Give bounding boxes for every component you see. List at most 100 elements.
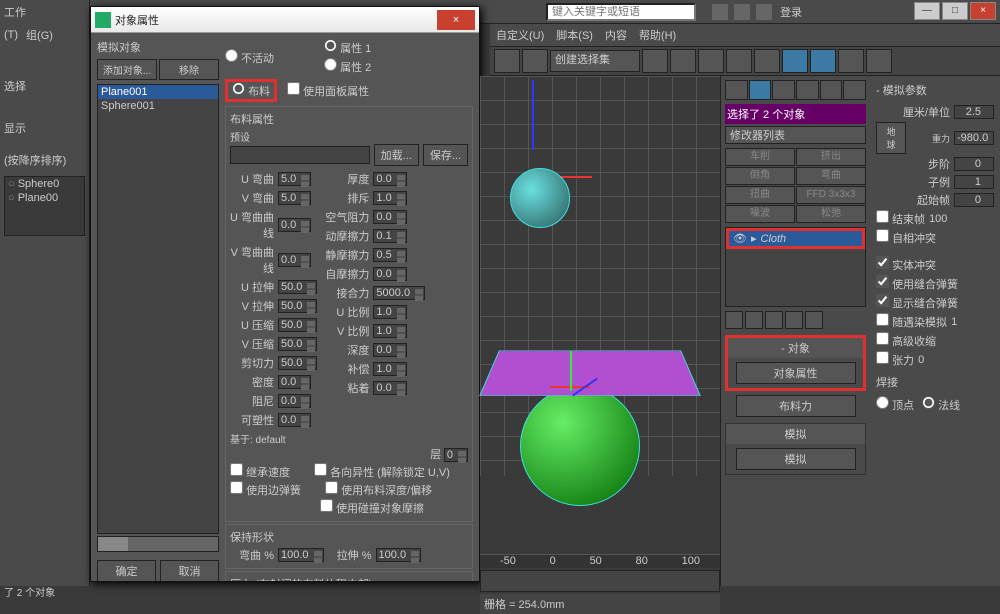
radio-normal[interactable]: 法线 <box>922 396 960 413</box>
scene-list[interactable]: Sphere0 Plane00 <box>4 176 85 236</box>
menu-t[interactable]: (T) <box>4 29 18 41</box>
radio-inactive[interactable]: 不活动 <box>225 49 274 66</box>
tool-c[interactable] <box>698 49 724 73</box>
save-button[interactable]: 保存... <box>423 144 468 166</box>
earth-button[interactable]: 地球 <box>876 122 906 154</box>
tool-d[interactable] <box>726 49 752 73</box>
param-input[interactable]: 0.0 <box>373 172 406 186</box>
menu-custom[interactable]: 自定义(U) <box>496 27 544 43</box>
rollout-sim-hdr[interactable]: 模拟 <box>726 424 865 444</box>
transform-gizmo[interactable] <box>540 356 600 416</box>
param-input[interactable]: 0.0 <box>278 218 311 232</box>
mod-button[interactable]: 噪波 <box>725 205 795 223</box>
chk-random[interactable]: 随遇染模拟 <box>876 313 947 330</box>
param-input[interactable]: 5.0 <box>278 191 311 205</box>
show-icon[interactable] <box>765 311 783 329</box>
radio-vertex[interactable]: 顶点 <box>876 396 914 413</box>
chk-aniso[interactable]: 各向异性 (解除锁定 U,V) <box>314 463 450 480</box>
param-input[interactable]: 50.0 <box>278 299 317 313</box>
tool-a[interactable] <box>642 49 668 73</box>
tool-redo[interactable] <box>522 49 548 73</box>
tool-g[interactable] <box>866 49 892 73</box>
mod-button[interactable]: 车削 <box>725 148 795 166</box>
chk-showspring[interactable]: 显示缝合弹簧 <box>876 294 958 311</box>
tab-modify[interactable] <box>749 80 772 100</box>
tension-input[interactable]: 0 <box>918 354 924 366</box>
chk-tension[interactable]: 张力 <box>876 351 914 368</box>
selset-dropdown[interactable]: 创建选择集 <box>550 50 640 72</box>
menu-script[interactable]: 脚本(S) <box>556 27 593 43</box>
menu-g[interactable]: 组(G) <box>26 27 53 43</box>
step-input[interactable]: 0 <box>954 157 994 171</box>
config-icon[interactable] <box>805 311 823 329</box>
param-input[interactable]: 1.0 <box>373 324 406 338</box>
mod-button[interactable]: 扭曲 <box>725 186 795 204</box>
param-input[interactable]: 0.0 <box>278 375 311 389</box>
tab-display[interactable] <box>820 80 843 100</box>
random-input[interactable]: 1 <box>951 316 957 328</box>
load-button[interactable]: 加载... <box>374 144 419 166</box>
chk-inherit[interactable]: 继承速度 <box>230 463 290 480</box>
param-input[interactable]: 50.0 <box>278 318 317 332</box>
search-input[interactable] <box>546 3 696 21</box>
eye-icon[interactable]: 👁 <box>733 232 747 245</box>
dialog-close-icon[interactable]: × <box>437 10 475 30</box>
viewport[interactable]: -5005080100 栅格 = 254.0mm <box>480 76 720 576</box>
add-obj-button[interactable]: 添加对象... <box>97 59 157 80</box>
param-input[interactable]: 0.5 <box>373 248 406 262</box>
tab-hierarchy[interactable] <box>772 80 795 100</box>
tab-utility[interactable] <box>843 80 866 100</box>
preset-dropdown[interactable] <box>230 146 370 164</box>
scroll-thumb[interactable] <box>98 537 128 551</box>
clothforce-button[interactable]: 布料力 <box>736 395 856 417</box>
dialog-titlebar[interactable]: 对象属性 × <box>91 7 479 33</box>
bulb-icon[interactable] <box>745 311 763 329</box>
mod-button[interactable]: 倒角 <box>725 167 795 185</box>
pin-icon[interactable] <box>725 311 743 329</box>
chk-endframe[interactable]: 结束帧 <box>876 210 925 227</box>
grav-input[interactable]: -980.0 <box>954 131 994 145</box>
param-input[interactable]: 50.0 <box>278 356 317 370</box>
tool-render2[interactable] <box>810 49 836 73</box>
ok-button[interactable]: 确定 <box>97 560 156 581</box>
chk-usespring[interactable]: 使用缝合弹簧 <box>876 275 958 292</box>
chk-edgespring[interactable]: 使用边弹簧 <box>230 481 301 498</box>
chk-friction[interactable]: 使用碰撞对象摩擦 <box>320 499 424 516</box>
mod-button[interactable]: 松弛 <box>796 205 866 223</box>
remove-button[interactable]: 移除 <box>159 59 219 80</box>
param-input[interactable]: 0.0 <box>373 267 406 281</box>
radio-cloth[interactable]: 布料 <box>232 86 270 98</box>
tool-b[interactable] <box>670 49 696 73</box>
rollout-obj-hdr[interactable]: - 对象 <box>728 338 863 358</box>
connect-icon[interactable] <box>712 4 728 20</box>
sub-input[interactable]: 1 <box>954 175 994 189</box>
list-item[interactable]: Plane00 <box>5 191 84 205</box>
stack-cloth[interactable]: 👁 ▸ Cloth <box>726 228 865 249</box>
param-input[interactable]: 0.0 <box>278 413 311 427</box>
tool-undo[interactable] <box>494 49 520 73</box>
object-list[interactable]: Plane001 Sphere001 <box>97 84 219 534</box>
radio-prop1[interactable]: 属性 1 <box>324 39 371 56</box>
tool-e[interactable] <box>754 49 780 73</box>
param-input[interactable]: 0.0 <box>373 381 406 395</box>
mod-button[interactable]: 挤出 <box>796 148 866 166</box>
tool-render1[interactable] <box>782 49 808 73</box>
list-item[interactable]: Plane001 <box>98 85 218 99</box>
modifier-stack[interactable]: 👁 ▸ Cloth <box>725 227 866 307</box>
param-input[interactable]: 0.0 <box>373 343 406 357</box>
param-input[interactable]: 0.0 <box>373 210 406 224</box>
max-icon[interactable]: □ <box>942 2 968 20</box>
chk-depth[interactable]: 使用布料深度/偏移 <box>325 481 432 498</box>
sim-button[interactable]: 模拟 <box>736 448 856 470</box>
chk-advshrink[interactable]: 高级收缩 <box>876 332 936 349</box>
sphere-wireframe[interactable] <box>510 168 570 228</box>
trash-icon[interactable] <box>785 311 803 329</box>
radio-prop2[interactable]: 属性 2 <box>324 58 371 75</box>
tab-motion[interactable] <box>796 80 819 100</box>
close-icon[interactable]: × <box>970 2 996 20</box>
menu-content[interactable]: 内容 <box>605 27 627 43</box>
menu-help[interactable]: 帮助(H) <box>639 27 676 43</box>
mod-button[interactable]: 弯曲 <box>796 167 866 185</box>
time-slider[interactable] <box>480 570 720 592</box>
tool-f[interactable] <box>838 49 864 73</box>
